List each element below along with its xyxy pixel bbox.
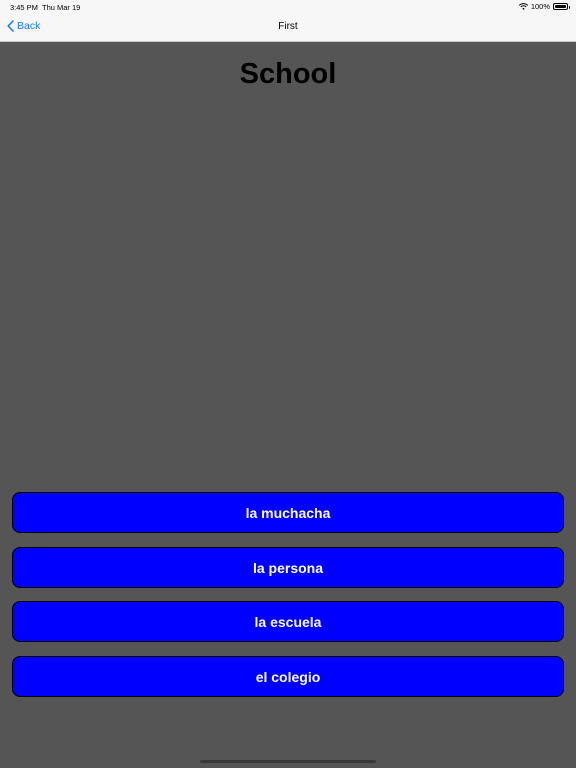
status-time: 3:45 PM — [10, 3, 38, 12]
wifi-icon — [518, 3, 528, 10]
status-bar: 3:45 PM Thu Mar 19 100% — [0, 0, 576, 14]
answer-list: la muchacha la persona la escuela el col… — [12, 492, 564, 711]
status-indicators: 100% — [518, 2, 570, 11]
answer-button-la-muchacha[interactable]: la muchacha — [12, 492, 564, 533]
nav-title: First — [278, 21, 298, 32]
answer-button-la-escuela[interactable]: la escuela — [12, 601, 564, 642]
home-indicator — [200, 760, 376, 763]
page-title: School — [239, 58, 337, 90]
status-date: Thu Mar 19 — [42, 3, 81, 12]
answer-button-la-persona[interactable]: la persona — [12, 547, 564, 588]
answer-button-el-colegio[interactable]: el colegio — [12, 656, 564, 697]
battery-percent: 100% — [530, 2, 550, 11]
battery-fill — [555, 5, 566, 8]
battery-icon — [553, 3, 570, 10]
navigation-bar: Back First — [0, 14, 576, 42]
